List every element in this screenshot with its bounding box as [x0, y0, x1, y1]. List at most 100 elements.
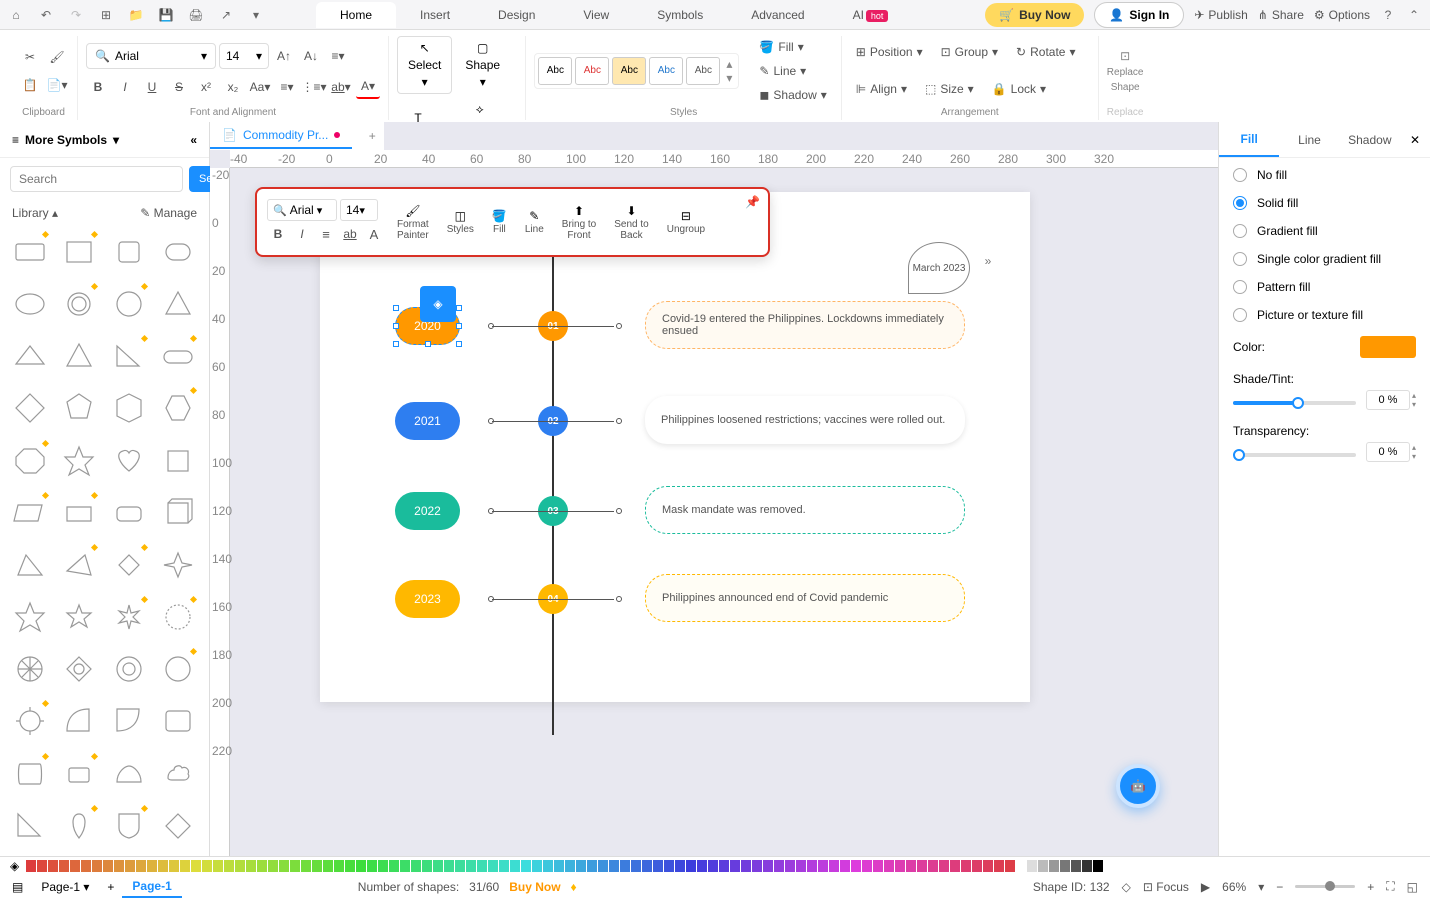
- swatch[interactable]: [708, 860, 718, 872]
- shape-template[interactable]: [156, 491, 200, 535]
- mini-bold-icon[interactable]: B: [267, 223, 289, 245]
- swatch[interactable]: [301, 860, 311, 872]
- zoom-slider[interactable]: [1295, 885, 1355, 888]
- shape-template[interactable]: [107, 282, 151, 326]
- save-icon[interactable]: 💾: [158, 7, 174, 23]
- undo-icon[interactable]: ↶: [38, 7, 54, 23]
- swatch[interactable]: [884, 860, 894, 872]
- swatch[interactable]: [1082, 860, 1092, 872]
- swatch[interactable]: [818, 860, 828, 872]
- canvas-page[interactable]: imeline March 2023 2020↻01Covid-19 enter…: [320, 192, 1030, 702]
- format-brush-icon[interactable]: 🖌: [45, 45, 69, 69]
- shape-template[interactable]: [156, 804, 200, 848]
- swatch[interactable]: [389, 860, 399, 872]
- swatch[interactable]: [213, 860, 223, 872]
- timeline-description[interactable]: Mask mandate was removed.: [645, 486, 965, 534]
- eyedropper-icon[interactable]: ◈: [10, 859, 19, 873]
- swatch[interactable]: [719, 860, 729, 872]
- year-box-2021[interactable]: 2021: [395, 402, 460, 440]
- mini-italic-icon[interactable]: I: [291, 223, 313, 245]
- mini-format-painter[interactable]: 🖌FormatPainter: [391, 204, 435, 241]
- shape-template[interactable]: [107, 230, 151, 274]
- color-swatch[interactable]: [1360, 336, 1416, 358]
- mini-pin-icon[interactable]: 📌: [745, 195, 760, 209]
- play-icon[interactable]: ▶: [1201, 880, 1210, 894]
- swatch[interactable]: [950, 860, 960, 872]
- collapse-icon[interactable]: ⌃: [1406, 7, 1422, 23]
- mini-fontcolor-icon[interactable]: A: [363, 223, 385, 245]
- swatch[interactable]: [928, 860, 938, 872]
- add-page-icon[interactable]: +: [107, 880, 114, 894]
- swatch[interactable]: [642, 860, 652, 872]
- swatch[interactable]: [939, 860, 949, 872]
- tab-insert[interactable]: Insert: [396, 2, 474, 28]
- timeline-description[interactable]: Philippines loosened restrictions; vacci…: [645, 396, 965, 444]
- shape-template[interactable]: [107, 647, 151, 691]
- swatch[interactable]: [609, 860, 619, 872]
- shape-template[interactable]: [57, 439, 101, 483]
- help-icon[interactable]: ?: [1380, 7, 1396, 23]
- swatch[interactable]: [807, 860, 817, 872]
- chat-assistant-button[interactable]: 🤖: [1116, 764, 1160, 808]
- line-button[interactable]: ✎ Line ▾: [753, 61, 832, 81]
- strike-icon[interactable]: S: [167, 75, 191, 99]
- increase-font-icon[interactable]: A↑: [272, 44, 296, 68]
- mini-ungroup[interactable]: ⊟Ungroup: [661, 209, 711, 235]
- font-selector[interactable]: 🔍 Arial▾: [86, 43, 216, 69]
- collapse-left-icon[interactable]: «: [190, 133, 197, 147]
- shape-template[interactable]: [8, 647, 52, 691]
- shape-template[interactable]: [57, 282, 101, 326]
- fill-tool-rail[interactable]: ◈: [420, 286, 456, 322]
- swatch[interactable]: [697, 860, 707, 872]
- swatch[interactable]: [851, 860, 861, 872]
- swatch[interactable]: [26, 860, 36, 872]
- swatch[interactable]: [1093, 860, 1103, 872]
- swatch[interactable]: [829, 860, 839, 872]
- date-bubble[interactable]: March 2023: [908, 242, 970, 294]
- shape-tool[interactable]: ▢ Shape ▾: [455, 37, 510, 93]
- swatch[interactable]: [268, 860, 278, 872]
- zoom-in-icon[interactable]: +: [1367, 880, 1374, 894]
- swatch[interactable]: [862, 860, 872, 872]
- shape-template[interactable]: [57, 543, 101, 587]
- swatch[interactable]: [323, 860, 333, 872]
- swatch[interactable]: [631, 860, 641, 872]
- transparency-value[interactable]: 0 %: [1366, 442, 1410, 462]
- export-icon[interactable]: ↗: [218, 7, 234, 23]
- page-tab-1[interactable]: Page-1: [122, 876, 181, 898]
- font-size[interactable]: 14▾: [219, 43, 269, 69]
- options-button[interactable]: ⚙ Options: [1314, 8, 1370, 22]
- shape-template[interactable]: [107, 439, 151, 483]
- mini-send-back[interactable]: ⬇Send toBack: [608, 204, 654, 241]
- mini-size[interactable]: 14 ▾: [340, 199, 378, 221]
- swatch[interactable]: [400, 860, 410, 872]
- swatch[interactable]: [224, 860, 234, 872]
- swatch[interactable]: [455, 860, 465, 872]
- swatch[interactable]: [356, 860, 366, 872]
- rp-tab-line[interactable]: Line: [1279, 122, 1339, 157]
- shape-template[interactable]: [8, 282, 52, 326]
- shape-template[interactable]: [57, 804, 101, 848]
- shape-template[interactable]: [8, 439, 52, 483]
- dropdown-icon[interactable]: ▾: [248, 7, 264, 23]
- timeline-description[interactable]: Covid-19 entered the Philippines. Lockdo…: [645, 301, 965, 349]
- swatch[interactable]: [994, 860, 1004, 872]
- shape-template[interactable]: [156, 543, 200, 587]
- swatch[interactable]: [279, 860, 289, 872]
- shape-template[interactable]: [8, 230, 52, 274]
- connector-endpoint[interactable]: [616, 323, 622, 329]
- home-icon[interactable]: ⌂: [8, 7, 24, 23]
- swatch[interactable]: [444, 860, 454, 872]
- swatch[interactable]: [1071, 860, 1081, 872]
- swatch[interactable]: [235, 860, 245, 872]
- fill-option-2[interactable]: Gradient fill: [1233, 224, 1416, 238]
- swatch[interactable]: [136, 860, 146, 872]
- swatch[interactable]: [620, 860, 630, 872]
- swatch[interactable]: [246, 860, 256, 872]
- swatch[interactable]: [345, 860, 355, 872]
- shape-template[interactable]: [57, 699, 101, 743]
- swatch[interactable]: [466, 860, 476, 872]
- open-icon[interactable]: 📁: [128, 7, 144, 23]
- swatch[interactable]: [378, 860, 388, 872]
- shape-template[interactable]: [8, 543, 52, 587]
